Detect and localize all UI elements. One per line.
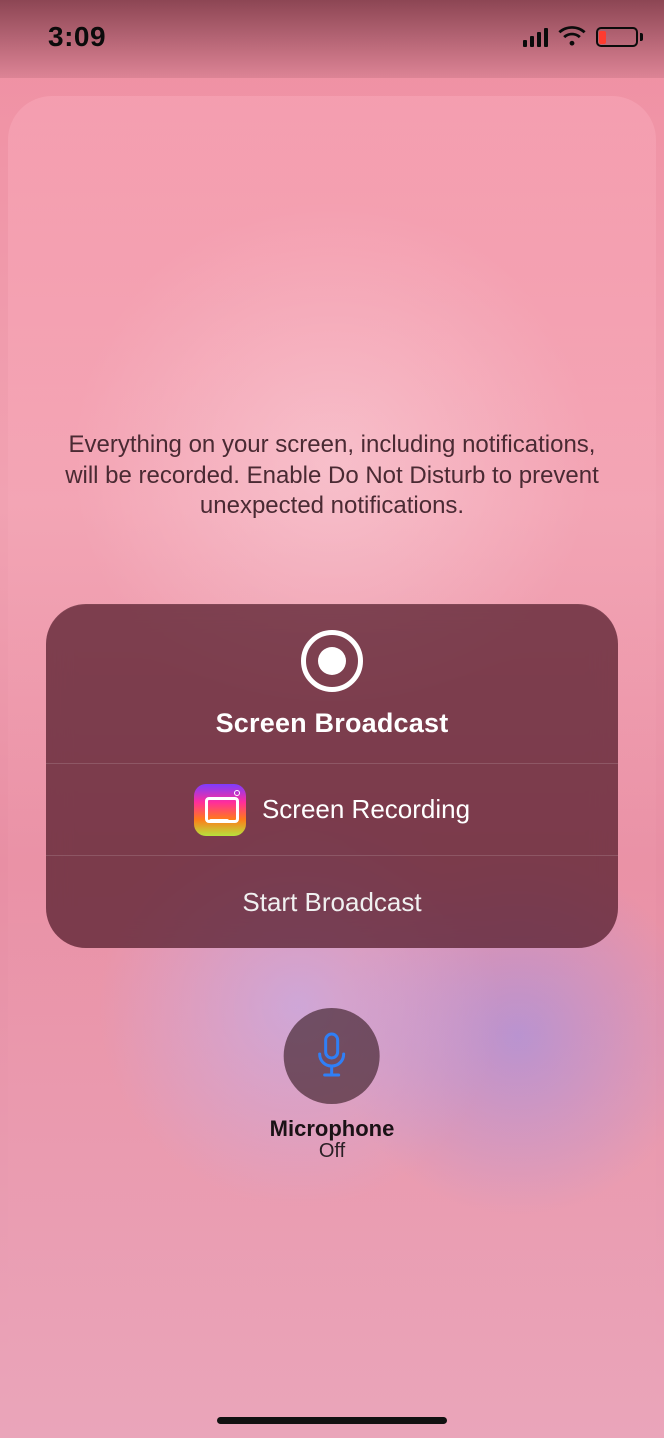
cellular-signal-icon xyxy=(523,27,549,47)
start-broadcast-label: Start Broadcast xyxy=(242,887,421,918)
record-icon xyxy=(301,630,363,692)
broadcast-card: Screen Broadcast Screen Recording Start … xyxy=(46,604,618,948)
home-indicator[interactable] xyxy=(217,1417,447,1424)
status-time: 3:09 xyxy=(48,21,106,53)
microphone-state: Off xyxy=(270,1140,395,1163)
screen-recording-app-icon xyxy=(194,784,246,836)
broadcast-card-header: Screen Broadcast xyxy=(46,604,618,764)
microphone-label: Microphone xyxy=(270,1116,395,1142)
battery-icon xyxy=(596,27,638,47)
broadcast-app-label: Screen Recording xyxy=(262,794,470,825)
broadcast-title: Screen Broadcast xyxy=(216,708,449,739)
microphone-toggle[interactable] xyxy=(284,1008,380,1104)
microphone-block: Microphone Off xyxy=(270,1008,395,1163)
broadcast-app-row[interactable]: Screen Recording xyxy=(46,764,618,856)
recording-warning-text: Everything on your screen, including not… xyxy=(60,430,604,522)
microphone-icon xyxy=(312,1032,352,1080)
status-icons xyxy=(523,26,639,48)
start-broadcast-button[interactable]: Start Broadcast xyxy=(46,856,618,948)
wifi-icon xyxy=(558,26,586,48)
status-bar: 3:09 xyxy=(0,0,664,60)
